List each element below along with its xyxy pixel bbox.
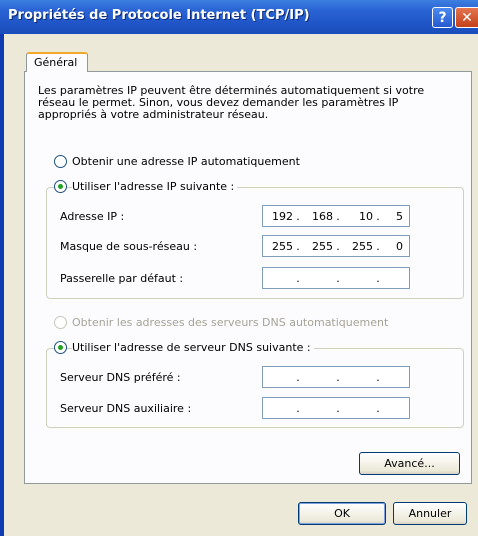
tab-general[interactable]: Général <box>26 52 88 72</box>
dialog-window: Propriétés de Protocole Internet (TCP/IP… <box>0 0 478 536</box>
close-icon: ✕ <box>461 9 473 26</box>
radio-ip-manual[interactable]: Utiliser l'adresse IP suivante : <box>54 180 238 193</box>
radio-dns-manual[interactable]: Utiliser l'adresse de serveur DNS suivan… <box>54 341 314 354</box>
window-title: Propriétés de Protocole Internet (TCP/IP… <box>8 8 310 23</box>
gateway-label: Passerelle par défaut : <box>60 272 184 285</box>
preferred-dns-input[interactable]: . . . <box>262 366 410 388</box>
gateway-input[interactable]: . . . <box>262 267 410 289</box>
description-text: Les paramètres IP peuvent être déterminé… <box>38 84 425 121</box>
subnet-mask-input[interactable]: 255. 255. 255. 0 <box>262 235 410 257</box>
ip-octet: 192 <box>272 209 293 223</box>
radio-ip-auto-label: Obtenir une adresse IP automatiquement <box>72 155 303 168</box>
radio-dns-auto-label: Obtenir les adresses des serveurs DNS au… <box>72 316 392 329</box>
ip-octet: 255 <box>272 239 293 253</box>
ok-button[interactable]: OK <box>298 502 386 525</box>
radio-dns-auto[interactable]: Obtenir les adresses des serveurs DNS au… <box>54 316 392 329</box>
cancel-button[interactable]: Annuler <box>393 502 467 525</box>
ip-octet: 255 <box>312 239 333 253</box>
title-bar[interactable]: Propriétés de Protocole Internet (TCP/IP… <box>0 0 478 34</box>
alternate-dns-input[interactable]: . . . <box>262 397 410 419</box>
advanced-button[interactable]: Avancé... <box>359 452 460 475</box>
ip-octet: 168 <box>312 209 333 223</box>
radio-dns-manual-label: Utiliser l'adresse de serveur DNS suivan… <box>72 341 314 354</box>
ip-address-input[interactable]: 192. 168. 10. 5 <box>262 205 410 227</box>
radio-dns-auto-indicator[interactable] <box>54 316 67 329</box>
help-button[interactable]: ? <box>432 7 453 28</box>
advanced-button-label: Avancé... <box>384 457 435 470</box>
cancel-button-label: Annuler <box>408 507 452 520</box>
radio-dns-manual-indicator[interactable] <box>54 341 67 354</box>
alternate-dns-label: Serveur DNS auxiliaire : <box>60 402 192 415</box>
tab-label: Général <box>34 56 78 69</box>
help-icon: ? <box>438 9 447 26</box>
radio-ip-auto[interactable]: Obtenir une adresse IP automatiquement <box>54 155 303 168</box>
ok-button-label: OK <box>334 507 350 520</box>
radio-ip-manual-indicator[interactable] <box>54 180 67 193</box>
ip-address-label: Adresse IP : <box>60 210 125 223</box>
ip-octet: 255 <box>352 239 373 253</box>
radio-ip-auto-indicator[interactable] <box>54 155 67 168</box>
radio-ip-manual-label: Utiliser l'adresse IP suivante : <box>72 180 238 193</box>
ip-octet: 0 <box>396 239 403 253</box>
ip-octet: 5 <box>396 209 403 223</box>
preferred-dns-label: Serveur DNS préféré : <box>60 371 181 384</box>
subnet-mask-label: Masque de sous-réseau : <box>60 240 198 253</box>
ip-octet: 10 <box>359 209 373 223</box>
close-button[interactable]: ✕ <box>455 7 478 28</box>
